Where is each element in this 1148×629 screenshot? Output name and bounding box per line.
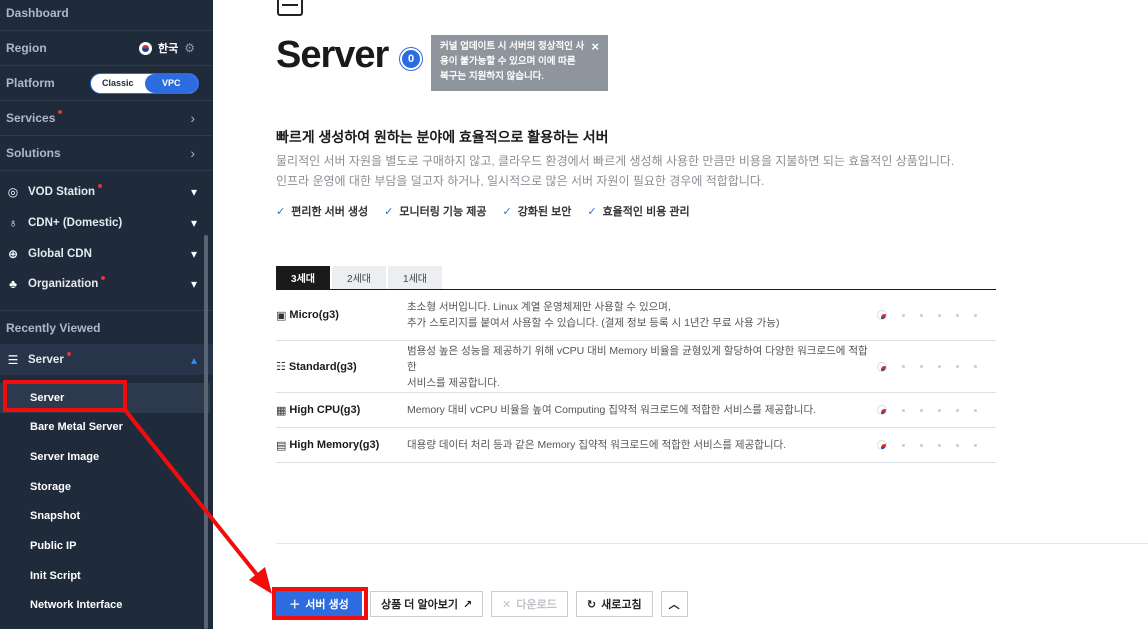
annotation-arrow [123,408,272,594]
